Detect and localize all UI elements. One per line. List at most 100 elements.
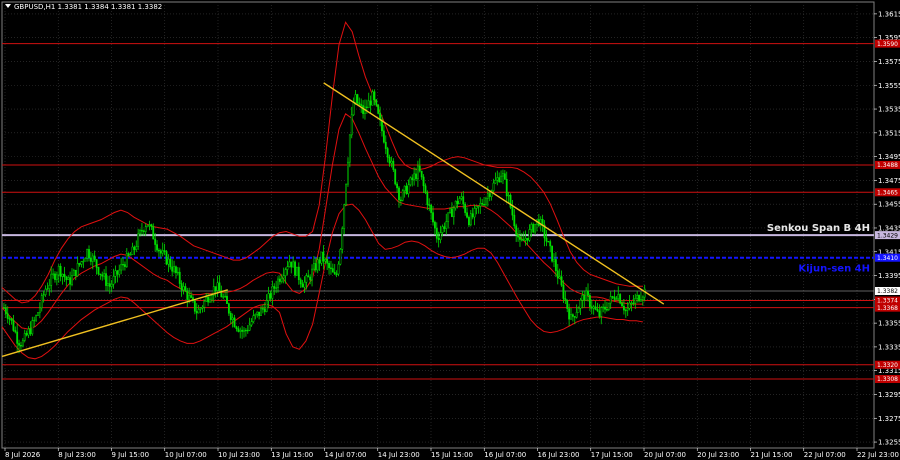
candle-body <box>611 296 614 298</box>
candle-body <box>452 207 455 218</box>
candle-body <box>110 283 113 287</box>
candle-body <box>347 161 349 185</box>
candle-body <box>226 295 228 304</box>
candle-body <box>93 255 96 260</box>
candle-body <box>320 251 323 264</box>
candle-body <box>108 283 111 287</box>
candle-body <box>254 314 257 316</box>
candle-body <box>284 269 287 277</box>
candle-body <box>394 169 397 185</box>
candle-body <box>640 299 642 302</box>
candle-body <box>343 204 346 229</box>
candle-body <box>241 329 244 332</box>
candle-body <box>188 295 191 300</box>
candle-body <box>643 288 646 298</box>
candle-body <box>48 285 51 289</box>
candle-body <box>52 273 55 275</box>
candle-body <box>222 296 225 298</box>
candle-body <box>280 277 283 282</box>
x-tick-label: 8 Jul 23:00 <box>58 451 96 459</box>
candle-body <box>101 274 104 277</box>
candle-body <box>260 308 262 316</box>
candle-body <box>549 241 552 247</box>
price-tag: 1.3382 <box>877 288 898 295</box>
candle-body <box>638 294 640 302</box>
candle-body <box>114 270 117 277</box>
candle-body <box>38 307 41 314</box>
candle-body <box>360 104 363 106</box>
candle-body <box>352 102 355 116</box>
candle-body <box>416 165 419 180</box>
candle-body <box>337 263 340 275</box>
candle-body <box>481 203 484 205</box>
candle-body <box>590 306 593 309</box>
candle-body <box>158 249 160 252</box>
candle-body <box>124 264 126 267</box>
candle-body <box>120 264 123 271</box>
candle-body <box>399 199 402 201</box>
candle-body <box>127 253 130 256</box>
candle-body <box>553 259 555 262</box>
candle-body <box>439 232 442 240</box>
candle-body <box>71 275 73 285</box>
candle-body <box>186 290 189 300</box>
candle-body <box>604 306 606 310</box>
candle-body <box>530 224 533 230</box>
candle-body <box>519 236 521 240</box>
candle-body <box>441 226 444 233</box>
candle-body <box>88 249 90 259</box>
candle-body <box>8 318 11 320</box>
candle-body <box>256 311 259 315</box>
candle-body <box>78 263 81 265</box>
candle-body <box>469 213 472 226</box>
candle-body <box>216 282 219 291</box>
y-tick-label: 1.3335 <box>878 343 900 351</box>
candle-body <box>621 302 623 307</box>
candle-body <box>129 254 132 256</box>
candle-body <box>86 249 89 259</box>
candle-body <box>91 255 94 262</box>
candle-body <box>575 312 578 318</box>
candle-body <box>322 251 325 262</box>
y-tick-label: 1.3615 <box>878 10 900 18</box>
candle-body <box>175 266 177 273</box>
candle-body <box>615 298 618 300</box>
candle-body <box>496 177 499 181</box>
y-tick-label: 1.3575 <box>878 58 900 66</box>
candle-body <box>25 333 28 336</box>
candle-body <box>560 276 563 286</box>
candle-body <box>301 283 304 288</box>
candle-body <box>203 300 206 308</box>
candle-body <box>35 315 37 321</box>
candle-body <box>224 295 227 298</box>
candle-body <box>350 114 353 136</box>
candle-body <box>502 173 504 177</box>
candle-body <box>84 258 87 262</box>
candle-body <box>297 266 300 280</box>
price-chart[interactable]: 1.36151.35951.35751.35551.35351.35151.34… <box>0 0 900 460</box>
candle-body <box>356 94 359 104</box>
candle-body <box>398 187 400 201</box>
x-tick-label: 21 Jul 15:00 <box>751 451 793 459</box>
candle-body <box>89 257 92 262</box>
candle-body <box>583 295 586 301</box>
x-tick-label: 22 Jul 07:00 <box>804 451 846 459</box>
candle-body <box>80 261 83 265</box>
y-tick-label: 1.3275 <box>878 415 900 423</box>
candle-body <box>279 278 281 282</box>
candle-body <box>14 330 17 333</box>
candle-body <box>556 270 559 279</box>
candle-body <box>386 148 389 158</box>
candle-body <box>390 160 393 164</box>
candle-body <box>541 219 544 226</box>
candle-body <box>59 265 62 277</box>
candle-body <box>626 308 629 311</box>
candle-body <box>33 319 36 322</box>
candle-body <box>169 258 172 268</box>
x-tick-label: 16 Jul 23:00 <box>538 451 580 459</box>
candle-body <box>328 262 330 269</box>
candle-body <box>475 206 478 209</box>
candle-body <box>40 295 43 309</box>
symbol-header: GBPUSD,H1 1.3381 1.3384 1.3381 1.3382 <box>14 3 162 11</box>
candle-body <box>193 300 196 312</box>
